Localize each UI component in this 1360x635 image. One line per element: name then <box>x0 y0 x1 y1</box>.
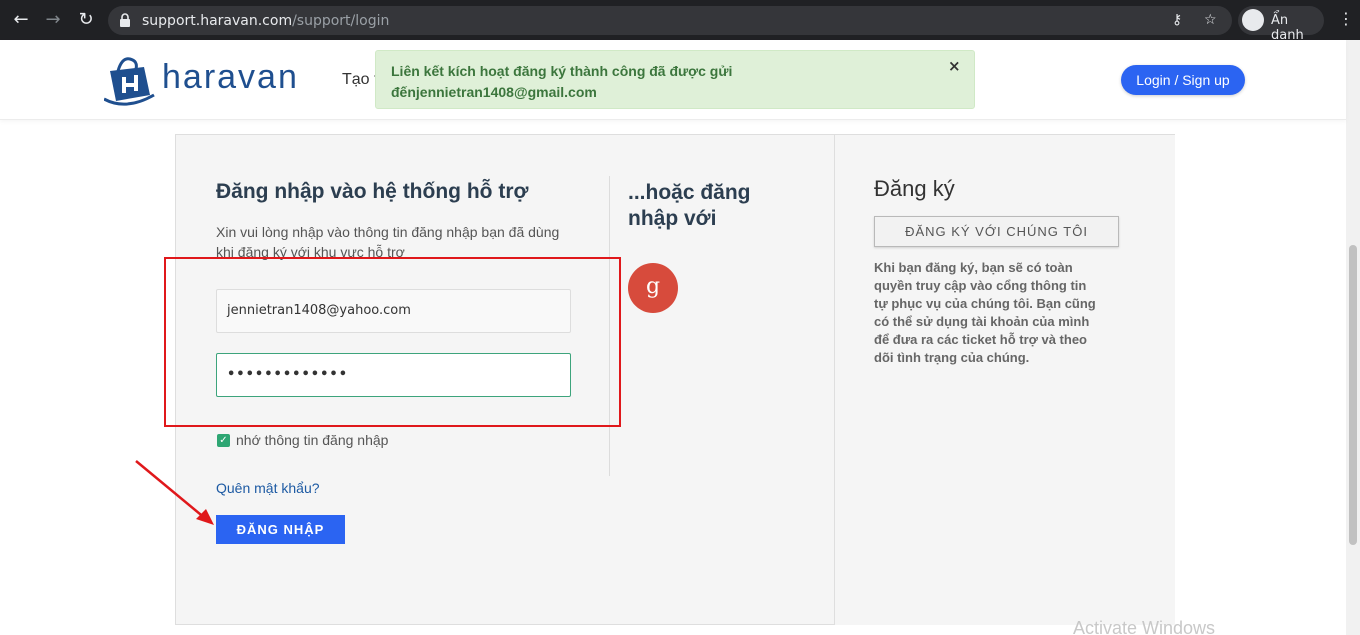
remember-checkbox[interactable]: ✓ <box>217 434 230 447</box>
alert-message: Liên kết kích hoạt đăng ký thành công đã… <box>391 63 733 100</box>
scrollbar-thumb[interactable] <box>1349 245 1357 545</box>
register-description: Khi bạn đăng ký, bạn sẽ có toàn quyền tr… <box>874 260 1096 365</box>
page-scrollbar[interactable] <box>1346 40 1360 635</box>
back-icon[interactable]: ← <box>10 9 32 31</box>
browser-toolbar: ← → ↻ support.haravan.com/support/login … <box>0 0 1360 43</box>
remember-label: nhớ thông tin đăng nhập <box>236 432 389 448</box>
login-signup-button[interactable]: Login / Sign up <box>1121 65 1245 95</box>
register-title: Đăng ký <box>874 176 955 201</box>
forgot-password-link[interactable]: Quên mật khẩu? <box>216 480 320 496</box>
lock-icon <box>120 13 130 27</box>
activate-windows-watermark: Activate Windows <box>1073 618 1216 635</box>
incognito-icon <box>1242 9 1264 31</box>
star-icon[interactable]: ☆ <box>1204 12 1217 28</box>
close-icon[interactable]: × <box>948 57 961 75</box>
reload-icon[interactable]: ↻ <box>75 9 97 31</box>
annotation-highlight-box <box>164 257 621 427</box>
google-login-icon[interactable]: g <box>628 263 678 313</box>
login-title: Đăng nhập vào hệ thống hỗ trợ <box>216 180 529 203</box>
logo-bag-icon <box>103 57 155 106</box>
url-text: support.haravan.com/support/login <box>142 13 390 29</box>
key-icon[interactable]: ⚷ <box>1172 12 1182 28</box>
social-login-title: ...hoặc đăng nhập với <box>628 181 751 230</box>
annotation-arrow-icon <box>135 460 214 525</box>
address-bar[interactable]: support.haravan.com/support/login ⚷ ☆ <box>108 6 1232 35</box>
login-submit-button[interactable]: ĐĂNG NHẬP <box>216 515 345 544</box>
register-panel <box>835 134 1175 625</box>
login-description: Xin vui lòng nhập vào thông tin đăng nhậ… <box>216 224 560 260</box>
nav-link-create[interactable]: Tạo t <box>342 71 378 89</box>
logo-text: haravan <box>162 58 299 96</box>
success-alert: Liên kết kích hoạt đăng ký thành công đã… <box>375 50 975 109</box>
incognito-badge[interactable]: Ẩn danh <box>1238 6 1324 43</box>
forward-icon[interactable]: → <box>42 9 64 31</box>
haravan-logo[interactable]: haravan <box>103 55 314 107</box>
browser-menu-icon[interactable]: ⋮ <box>1338 9 1354 28</box>
register-button[interactable]: ĐĂNG KÝ VỚI CHÚNG TÔI <box>874 216 1119 247</box>
incognito-label: Ẩn danh <box>1271 13 1304 43</box>
